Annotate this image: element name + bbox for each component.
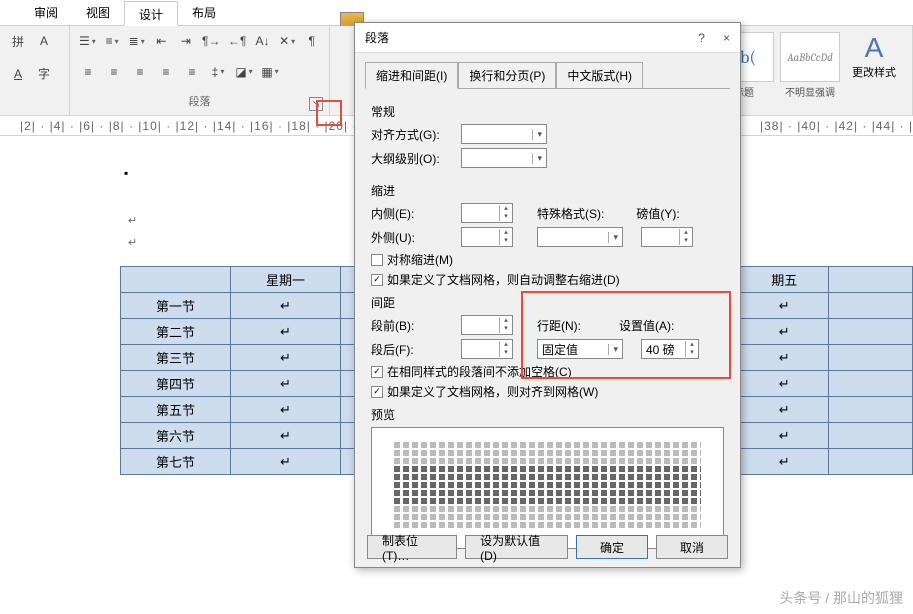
dialog-buttons: 制表位(T)… 设为默认值(D) 确定 取消 [355,535,740,559]
section-spacing: 间距 [371,294,724,311]
numbering-icon[interactable]: ≡▾ [103,31,122,51]
align-justify-icon[interactable]: ≡ [156,62,176,82]
dialog-body: 常规 对齐方式(G): ▾ 大纲级别(O): ▾ 缩进 内侧(E): ▴▾ 特殊… [355,89,740,557]
group-font-extra: 拼 A A 字 [0,26,70,115]
dialog-title: 段落 [365,29,389,46]
show-marks-icon[interactable]: ¶ [302,31,321,51]
table-header-mon[interactable]: 星期一 [231,267,341,293]
align-select[interactable]: ▾ [461,124,547,144]
btn-ok[interactable]: 确定 [576,535,648,559]
label-line-spacing: 行距(N): [537,317,581,334]
char-shading-icon[interactable]: A [8,64,28,84]
chk-same-style[interactable]: ✓在相同样式的段落间不添加空格(C) [371,363,724,380]
char-border-icon[interactable]: A [34,31,54,51]
label-after: 段后(F): [371,341,455,358]
chk-mirror[interactable]: 对称缩进(M) [371,251,724,268]
align-right-icon[interactable]: ≡ [130,62,150,82]
para-mark-2: ↵ [128,236,137,249]
enclose-char-icon[interactable]: 字 [34,64,54,84]
red-highlight-launcher [316,100,342,126]
align-center-icon[interactable]: ≡ [104,62,124,82]
btn-default[interactable]: 设为默认值(D) [465,535,568,559]
dialog-tabs: 缩进和间距(I) 换行和分页(P) 中文版式(H) [355,53,740,88]
indent-dec-icon[interactable]: ⇤ [152,31,171,51]
section-general: 常规 [371,103,724,120]
table-row[interactable]: 第七节 [121,449,231,475]
indent-inc-icon[interactable]: ⇥ [177,31,196,51]
table-header-fri[interactable]: 期五 [741,267,829,293]
asian-layout-icon[interactable]: ✕▾ [278,31,297,51]
borders-icon[interactable]: ▦▾ [260,62,280,82]
indent-right-spin[interactable]: ▴▾ [461,227,513,247]
align-left-icon[interactable]: ≡ [78,62,98,82]
table-row[interactable]: 第一节 [121,293,231,319]
watermark: 头条号 / 那山的狐狸 [779,588,903,608]
tab-view[interactable]: 视图 [72,0,124,25]
tab-review[interactable]: 审阅 [20,0,72,25]
section-indent: 缩进 [371,182,724,199]
shading-icon[interactable]: ◪▾ [234,62,254,82]
schedule-table-right[interactable]: 期五 ↵ ↵ ↵ ↵ ↵ ↵ ↵ [740,266,913,475]
close-icon[interactable]: × [723,31,730,45]
table-row[interactable]: 第三节 [121,345,231,371]
table-row[interactable]: 第六节 [121,423,231,449]
indent-left-spin[interactable]: ▴▾ [461,203,513,223]
special-val-spin[interactable]: ▴▾ [641,227,693,247]
at-spin[interactable]: 40 磅▴▾ [641,339,699,359]
label-align: 对齐方式(G): [371,126,455,143]
para-mark: ↵ [128,214,137,227]
paragraph-dialog: 段落 ? × 缩进和间距(I) 换行和分页(P) 中文版式(H) 常规 对齐方式… [354,22,741,568]
schedule-table[interactable]: 星期一 第一节↵ 第二节↵ 第三节↵ 第四节↵ 第五节↵ 第六节↵ 第七节↵ [120,266,381,475]
ltr-icon[interactable]: ¶→ [201,31,221,51]
btn-tabstops[interactable]: 制表位(T)… [367,535,457,559]
outline-select[interactable]: ▾ [461,148,547,168]
label-special: 特殊格式(S): [537,205,604,222]
before-spin[interactable]: ▴▾ [461,315,513,335]
multilevel-icon[interactable]: ≣▾ [127,31,146,51]
tab-indent-spacing[interactable]: 缩进和间距(I) [365,62,458,89]
section-preview: 预览 [371,406,724,423]
chk-grid-align[interactable]: ✓如果定义了文档网格，则对齐到网格(W) [371,383,724,400]
after-spin[interactable]: ▴▾ [461,339,513,359]
line-spacing-icon[interactable]: ‡▾ [208,62,228,82]
tab-line-page[interactable]: 换行和分页(P) [458,62,556,89]
chk-grid-indent[interactable]: ✓如果定义了文档网格，则自动调整右缩进(D) [371,271,724,288]
table-row[interactable]: 第四节 [121,371,231,397]
tab-asian[interactable]: 中文版式(H) [556,62,643,89]
table-cell[interactable]: ↵ [231,293,341,319]
help-icon[interactable]: ? [698,31,705,45]
bullets-icon[interactable]: ☰▾ [78,31,97,51]
rtl-icon[interactable]: ←¶ [227,31,247,51]
change-style-icon[interactable]: A [865,32,884,64]
dialog-titlebar[interactable]: 段落 ? × [355,23,740,53]
sort-icon[interactable]: A↓ [253,31,272,51]
label-before: 段前(B): [371,317,455,334]
table-header-empty[interactable] [121,267,231,293]
cursor-mark: ▪ [124,166,128,180]
special-select[interactable]: ▾ [537,227,623,247]
label-outline: 大纲级别(O): [371,150,455,167]
label-at: 设置值(A): [619,317,674,334]
table-row[interactable]: 第五节 [121,397,231,423]
group-paragraph-label: 段落 [78,91,321,111]
align-dist-icon[interactable]: ≡ [182,62,202,82]
group-paragraph: ☰▾ ≡▾ ≣▾ ⇤ ⇥ ¶→ ←¶ A↓ ✕▾ ¶ ≡ ≡ ≡ ≡ ≡ ‡▾ … [70,26,330,115]
btn-cancel[interactable]: 取消 [656,535,728,559]
label-special-val: 磅值(Y): [636,205,679,222]
phonetic-guide-icon[interactable]: 拼 [8,31,28,51]
label-indent-right: 外侧(U): [371,229,455,246]
line-spacing-select[interactable]: 固定值▾ [537,339,623,359]
label-indent-left: 内侧(E): [371,205,455,222]
tab-design[interactable]: 设计 [124,1,178,26]
tab-layout[interactable]: 布局 [178,0,230,25]
style-subtle[interactable]: AaBbCcDd [780,32,840,82]
table-row[interactable]: 第二节 [121,319,231,345]
